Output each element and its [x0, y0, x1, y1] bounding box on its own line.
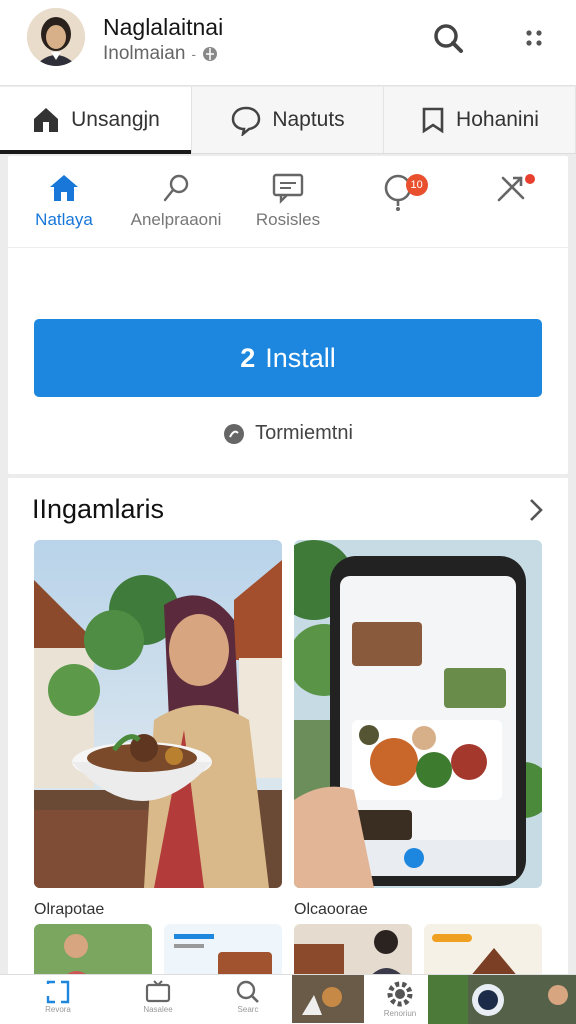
bottom-nav-item-2[interactable]: Nasalee	[128, 979, 188, 1014]
globe-icon	[203, 47, 218, 61]
quick-nav-home-label: Natlaya	[35, 210, 93, 229]
bottom-nav-item-4[interactable]	[292, 975, 364, 1023]
share-icon	[497, 176, 525, 202]
app-name: Naglalaitnai	[103, 14, 224, 40]
bottom-nav-label-2: Nasalee	[143, 1005, 173, 1014]
tab-saved[interactable]: Hohanini	[384, 87, 576, 153]
bottom-nav-item-1[interactable]: Revora	[28, 979, 88, 1014]
install-button[interactable]: 2 Install	[34, 319, 542, 397]
home-icon	[34, 108, 59, 132]
install-label: Install	[265, 342, 336, 373]
install-count: 2	[240, 342, 256, 373]
top-tabs: Unsangjn Naptuts Hohanini	[0, 87, 576, 154]
quick-nav-share[interactable]	[456, 156, 568, 247]
settings-icon	[387, 981, 413, 1007]
tab-saved-label: Hohanini	[456, 108, 539, 131]
search-icon	[236, 980, 259, 1003]
app-subtitle: Inolmaian -	[103, 43, 218, 65]
tv-icon	[145, 980, 171, 1003]
quick-nav-home[interactable]: Natlaya	[8, 156, 120, 247]
tab-home-label: Unsangjn	[71, 108, 160, 131]
app-subtitle-text: Inolmaian	[103, 43, 186, 64]
bottom-nav-item-3[interactable]: Searc	[218, 979, 278, 1014]
tab-messages[interactable]: Naptuts	[192, 87, 384, 153]
profile-photo-icon	[428, 975, 576, 1024]
share-dot	[525, 174, 536, 184]
quick-nav-location[interactable]: Anelpraaoni	[120, 156, 232, 247]
notification-badge: 10	[405, 174, 428, 196]
caption-1: Olrapotae	[34, 901, 105, 918]
quick-nav: Natlaya Anelpraaoni Rosisles 10	[8, 156, 568, 248]
section-more-button[interactable]	[526, 496, 546, 529]
arrow-icon: -	[191, 46, 197, 62]
home-icon	[50, 175, 78, 201]
bottom-nav-label-5: Renoriun	[383, 1009, 417, 1018]
quick-nav-messages-label: Rosisles	[255, 210, 321, 229]
search-button[interactable]	[428, 18, 468, 58]
chevron-right-icon	[530, 499, 543, 521]
more-button[interactable]	[514, 18, 554, 58]
install-card: Natlaya Anelpraaoni Rosisles 10 2 Instal…	[8, 156, 568, 474]
photo-icon	[292, 975, 364, 1023]
section-title: IIngamlaris	[32, 494, 165, 524]
tab-messages-label: Naptuts	[272, 108, 345, 131]
bottom-nav-label-1: Revora	[45, 1005, 71, 1014]
app-header: Naglalaitnai Inolmaian -	[0, 0, 576, 86]
bottom-nav: Revora Nasalee Searc Renoriun	[0, 974, 576, 1024]
bottom-nav-label-3: Searc	[237, 1005, 259, 1014]
caption-2: Olcaoorae	[294, 901, 368, 918]
chat-bubble-icon	[232, 106, 261, 136]
featured-image-1[interactable]	[34, 540, 282, 888]
featured-image-2[interactable]	[294, 540, 542, 888]
avatar[interactable]	[27, 8, 85, 66]
frame-icon	[46, 980, 70, 1004]
bookmark-icon	[422, 107, 444, 134]
install-note: Tormiemtni	[8, 422, 568, 445]
more-icon	[526, 30, 542, 46]
message-icon	[272, 173, 304, 204]
search-icon	[434, 24, 463, 53]
quick-nav-location-label: Anelpraaoni	[130, 210, 222, 229]
featured-section: IIngamlaris Olrapotae Olcaoorae	[8, 478, 568, 1024]
pin-icon	[163, 174, 189, 202]
tab-home[interactable]: Unsangjn	[0, 87, 192, 154]
info-icon	[224, 423, 245, 444]
bottom-nav-item-5[interactable]: Renoriun	[370, 979, 430, 1018]
quick-nav-messages[interactable]: Rosisles	[232, 156, 344, 247]
quick-nav-notifications[interactable]: 10	[344, 156, 456, 247]
install-note-text: Tormiemtni	[255, 422, 353, 444]
bottom-nav-item-6[interactable]	[428, 975, 576, 1024]
